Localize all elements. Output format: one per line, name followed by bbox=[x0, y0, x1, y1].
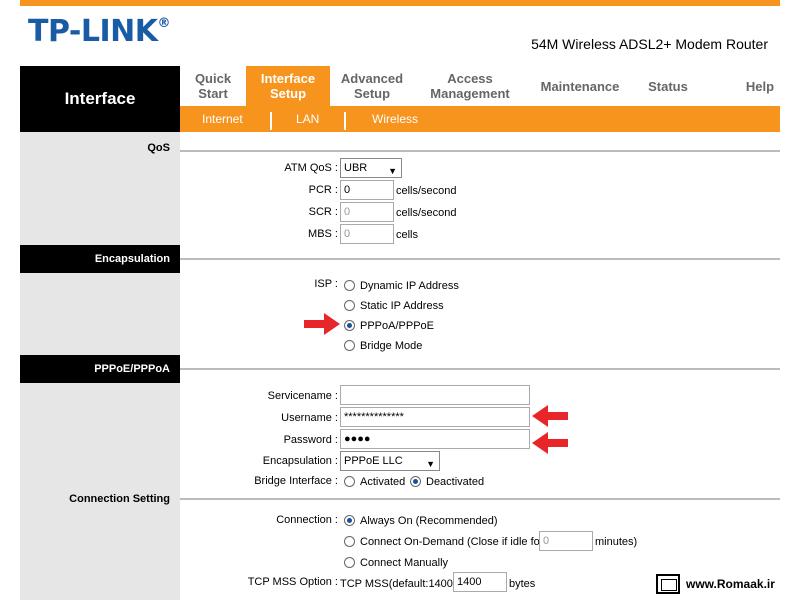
section-divider bbox=[180, 368, 780, 370]
mbs-input[interactable]: 0 bbox=[340, 224, 394, 244]
scr-unit: cells/second bbox=[396, 207, 457, 219]
mbs-unit: cells bbox=[396, 229, 419, 241]
red-arrow-icon bbox=[532, 405, 568, 427]
section-divider bbox=[180, 150, 780, 152]
tab-status[interactable]: Status bbox=[642, 66, 694, 106]
model-name: 54M Wireless ADSL2+ Modem Router bbox=[531, 36, 768, 52]
section-divider bbox=[180, 498, 780, 500]
scr-label: SCR : bbox=[308, 206, 338, 218]
main-navigation: Interface Quick Start Interface Setup Ad… bbox=[20, 66, 780, 132]
isp-bridge-radio[interactable] bbox=[344, 340, 355, 351]
password-input[interactable]: ●●●● bbox=[340, 429, 530, 449]
bridge-deactivated-label: Deactivated bbox=[426, 476, 485, 488]
tcp-mss-default-text: TCP MSS(default:1400) bbox=[340, 578, 457, 590]
subtab-lan[interactable]: LAN bbox=[296, 106, 319, 132]
isp-dynamic-radio[interactable] bbox=[344, 280, 355, 291]
connection-manual-radio[interactable] bbox=[344, 557, 355, 568]
watermark-text: www.Romaak.ir bbox=[686, 577, 775, 591]
pcr-input[interactable]: 0 bbox=[340, 180, 394, 200]
bridge-activated-radio[interactable] bbox=[344, 476, 355, 487]
section-divider bbox=[180, 258, 780, 260]
atm-qos-label: ATM QoS : bbox=[284, 162, 338, 174]
subnav-divider bbox=[344, 112, 346, 130]
sub-navigation: Internet LAN Wireless bbox=[180, 106, 780, 132]
top-accent-bar bbox=[20, 0, 780, 6]
monitor-icon bbox=[656, 574, 680, 594]
connection-on-demand-radio[interactable] bbox=[344, 536, 355, 547]
tcp-mss-label: TCP MSS Option : bbox=[247, 576, 338, 588]
tab-quick-start[interactable]: Quick Start bbox=[180, 66, 246, 106]
isp-static-radio[interactable] bbox=[344, 300, 355, 311]
chevron-down-icon: ▼ bbox=[388, 166, 397, 176]
atm-qos-select[interactable]: UBR ▼ bbox=[340, 158, 402, 178]
red-arrow-icon bbox=[304, 313, 340, 335]
tp-link-logo: TP-LINK® bbox=[28, 14, 171, 49]
pcr-unit: cells/second bbox=[396, 185, 457, 197]
servicename-label: Servicename : bbox=[267, 390, 338, 402]
tab-interface-setup[interactable]: Interface Setup bbox=[246, 66, 330, 106]
red-arrow-icon bbox=[532, 432, 568, 454]
tcp-mss-input[interactable]: 1400 bbox=[453, 572, 507, 592]
username-label: Username : bbox=[281, 412, 338, 424]
bridge-deactivated-radio[interactable] bbox=[410, 476, 421, 487]
connection-manual-label: Connect Manually bbox=[360, 557, 449, 569]
isp-dynamic-label: Dynamic IP Address bbox=[360, 280, 459, 292]
qos-section-title: QoS bbox=[147, 142, 170, 154]
username-input[interactable]: ************** bbox=[340, 407, 530, 427]
password-label: Password : bbox=[283, 434, 338, 446]
encapsulation-label: Encapsulation : bbox=[262, 455, 338, 467]
subtab-internet[interactable]: Internet bbox=[202, 106, 243, 132]
isp-pppoa-radio[interactable] bbox=[344, 320, 355, 331]
encapsulation-select[interactable]: PPPoE LLC ▼ bbox=[340, 451, 440, 471]
tab-advanced-setup[interactable]: Advanced Setup bbox=[332, 66, 412, 106]
mbs-label: MBS : bbox=[308, 228, 338, 240]
isp-static-label: Static IP Address bbox=[360, 300, 444, 312]
nav-menu: Quick Start Interface Setup Advanced Set… bbox=[180, 66, 780, 106]
minutes-unit: minutes) bbox=[595, 536, 638, 548]
chevron-down-icon: ▼ bbox=[426, 459, 435, 469]
encapsulation-section-title: Encapsulation bbox=[20, 245, 180, 273]
subnav-divider bbox=[270, 112, 272, 130]
connection-section-title: Connection Setting bbox=[69, 493, 170, 505]
pcr-label: PCR : bbox=[308, 184, 338, 196]
connection-on-demand-label: Connect On-Demand (Close if idle for bbox=[360, 536, 544, 548]
isp-pppoa-label: PPPoA/PPPoE bbox=[360, 320, 434, 332]
scr-input[interactable]: 0 bbox=[340, 202, 394, 222]
connection-always-on-label: Always On (Recommended) bbox=[360, 515, 498, 527]
tab-help[interactable]: Help bbox=[740, 66, 780, 106]
pppoe-section-title: PPPoE/PPPoA bbox=[20, 355, 180, 383]
subtab-wireless[interactable]: Wireless bbox=[372, 106, 418, 132]
servicename-input[interactable] bbox=[340, 385, 530, 405]
bridge-interface-label: Bridge Interface : bbox=[254, 475, 338, 487]
isp-label: ISP : bbox=[314, 278, 338, 290]
connection-label: Connection : bbox=[276, 514, 338, 526]
tab-maintenance[interactable]: Maintenance bbox=[534, 66, 626, 106]
bridge-activated-label: Activated bbox=[360, 476, 406, 488]
watermark: www.Romaak.ir bbox=[656, 574, 775, 594]
idle-minutes-input[interactable]: 0 bbox=[539, 531, 593, 551]
tab-access-management[interactable]: Access Management bbox=[416, 66, 524, 106]
tcp-mss-unit: bytes bbox=[509, 578, 536, 590]
section-title: Interface bbox=[20, 66, 180, 132]
isp-bridge-label: Bridge Mode bbox=[360, 340, 423, 352]
connection-always-on-radio[interactable] bbox=[344, 515, 355, 526]
